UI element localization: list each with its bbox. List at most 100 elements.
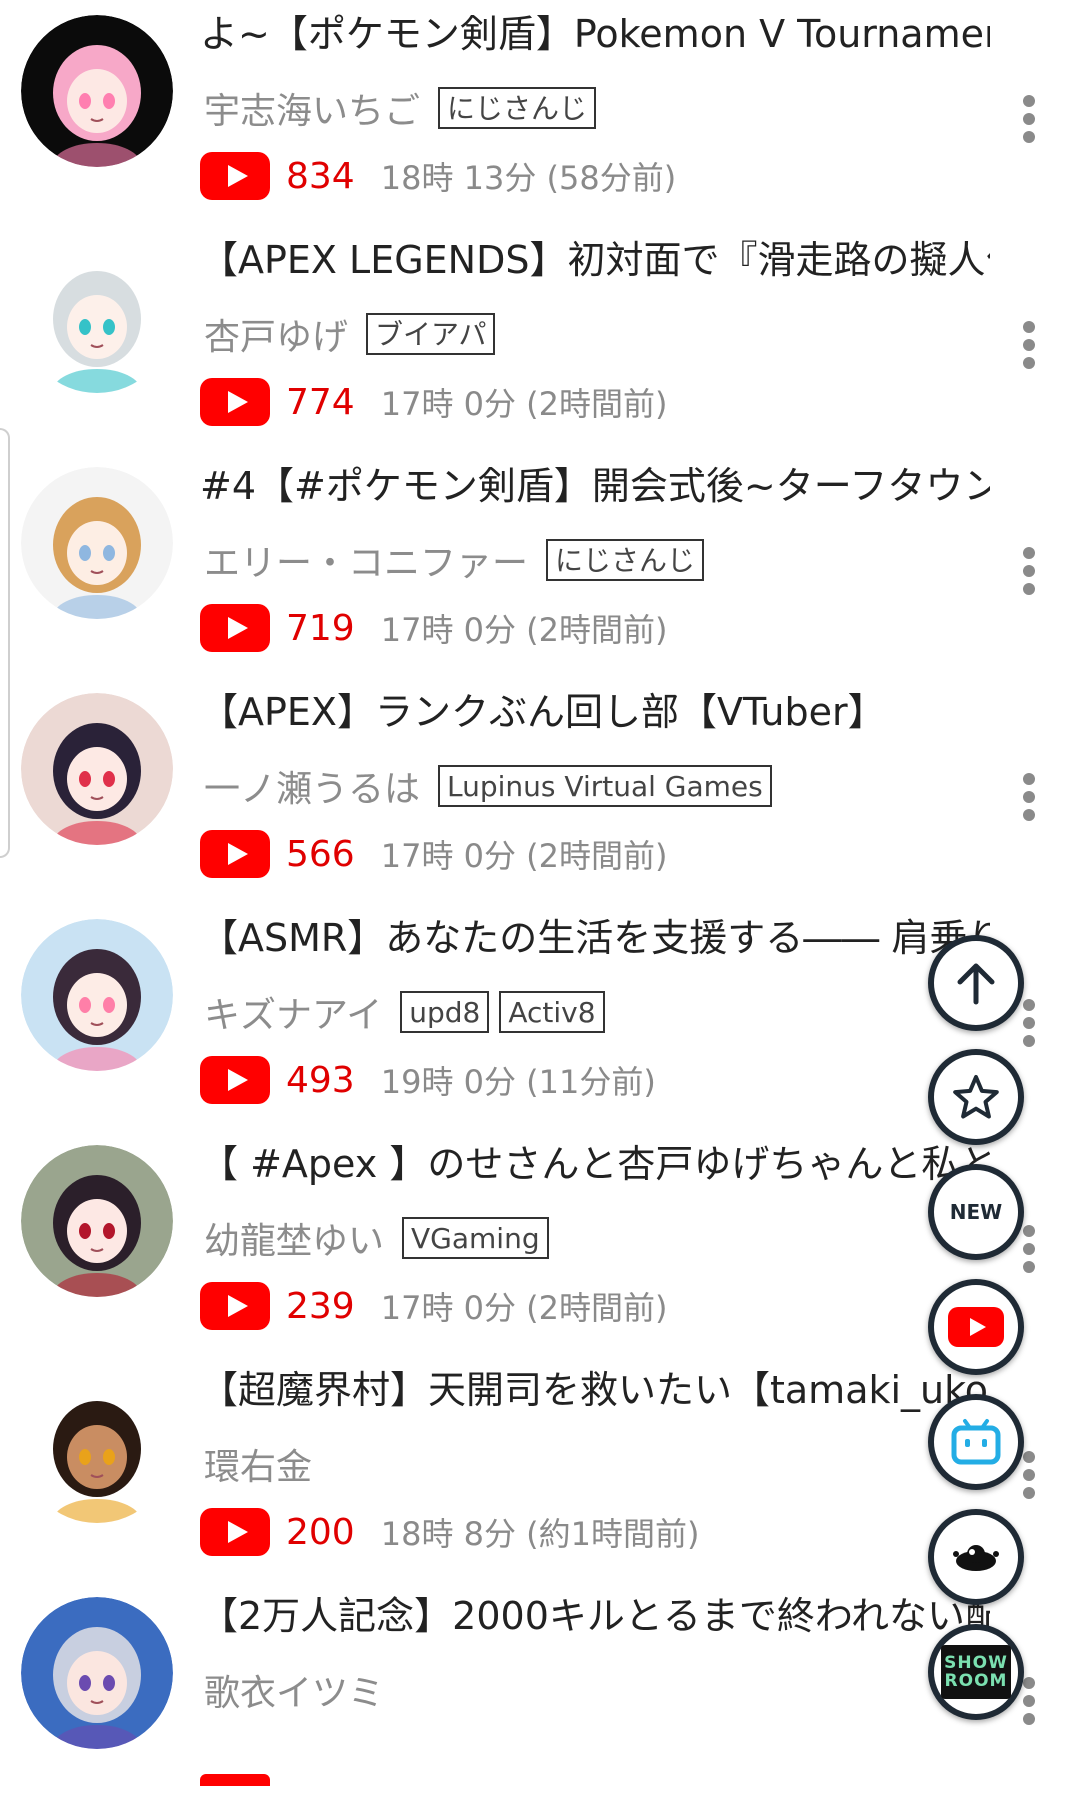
- stream-title[interactable]: 【APEX】ランクぶん回し部【VTuber】: [200, 686, 990, 738]
- youtube-icon: [200, 1282, 270, 1330]
- group-tag: Lupinus Virtual Games: [438, 765, 772, 807]
- channel-line: 歌衣イツミ: [204, 1664, 392, 1716]
- showroom-logo-line2: ROOM: [944, 1671, 1008, 1691]
- channel-line: 杏戸ゆげ ブイアパ: [204, 308, 496, 360]
- channel-avatar[interactable]: [21, 1597, 173, 1749]
- stream-title[interactable]: 【APEX LEGENDS】初対面で『滑走路の擬人化: [200, 234, 990, 286]
- avatar-illustration: [21, 1145, 173, 1297]
- viewer-count: 493: [286, 1059, 355, 1101]
- channel-name[interactable]: 一ノ瀬うるは: [204, 760, 420, 812]
- youtube-icon: [948, 1307, 1004, 1347]
- channel-name[interactable]: 歌衣イツミ: [204, 1664, 384, 1716]
- youtube-filter-button[interactable]: [928, 1279, 1024, 1375]
- group-tag: upd8: [400, 991, 490, 1033]
- channel-line: エリー・コニファー にじさんじ: [204, 534, 705, 586]
- more-options-icon[interactable]: [1022, 1225, 1036, 1273]
- stream-row[interactable]: 【2万人記念】2000キルとるまで終われない配 歌衣イツミ: [0, 1582, 1080, 1809]
- avatar-illustration: [21, 1597, 173, 1749]
- start-time: 19時 0分 (11分前): [380, 1063, 656, 1101]
- favorites-button[interactable]: [928, 1049, 1024, 1145]
- new-button[interactable]: NEW: [928, 1164, 1024, 1260]
- stream-stats: 566 17時 0分 (2時間前): [200, 826, 667, 882]
- group-tag: にじさんじ: [546, 539, 705, 581]
- stream-title[interactable]: よ~【ポケモン剣盾】Pokemon V Tournament: [200, 8, 990, 60]
- channel-avatar[interactable]: [21, 467, 173, 619]
- channel-avatar[interactable]: [21, 1371, 173, 1523]
- channel-name[interactable]: エリー・コニファー: [204, 534, 528, 586]
- stream-title[interactable]: 【2万人記念】2000キルとるまで終われない配: [200, 1590, 990, 1642]
- stream-stats: 834 18時 13分 (58分前): [200, 148, 676, 204]
- star-icon: [953, 1075, 999, 1119]
- channel-name[interactable]: 環右金: [204, 1438, 312, 1490]
- stream-stats: 200 18時 8分 (約1時間前): [200, 1504, 699, 1560]
- channel-name[interactable]: 幼龍埜ゆい: [204, 1212, 384, 1264]
- bilibili-icon: [951, 1419, 1001, 1465]
- more-options-icon[interactable]: [1022, 321, 1036, 369]
- channel-avatar[interactable]: [21, 693, 173, 845]
- stream-title[interactable]: #4【#ポケモン剣盾】開会式後~ターフタウン: [200, 460, 990, 512]
- avatar-illustration: [21, 467, 173, 619]
- start-time: 17時 0分 (2時間前): [380, 837, 668, 875]
- bilibili-filter-button[interactable]: [928, 1394, 1024, 1490]
- youtube-icon: [200, 378, 270, 426]
- showroom-logo-line1: SHOW: [944, 1653, 1008, 1673]
- more-options-icon[interactable]: [1022, 1677, 1036, 1725]
- mirrativ-filter-button[interactable]: [928, 1509, 1024, 1605]
- start-time: 18時 13分 (58分前): [380, 159, 677, 197]
- showroom-icon: SHOW ROOM: [941, 1645, 1011, 1699]
- group-tag: VGaming: [402, 1217, 549, 1259]
- channel-line: 一ノ瀬うるは Lupinus Virtual Games: [204, 760, 772, 812]
- channel-name[interactable]: 杏戸ゆげ: [204, 308, 348, 360]
- channel-avatar[interactable]: [21, 919, 173, 1071]
- stream-title[interactable]: 【ASMR】あなたの生活を支援する―― 肩乗り: [200, 912, 990, 964]
- viewer-count: 239: [286, 1285, 355, 1327]
- more-options-icon[interactable]: [1022, 773, 1036, 821]
- mirrativ-icon: [953, 1545, 999, 1571]
- channel-name[interactable]: キズナアイ: [204, 986, 382, 1038]
- scroll-top-button[interactable]: [928, 935, 1024, 1031]
- stream-row[interactable]: 【APEX】ランクぶん回し部【VTuber】 一ノ瀬うるは Lupinus Vi…: [0, 678, 1080, 904]
- youtube-icon: [200, 1774, 270, 1809]
- viewer-count: 200: [286, 1511, 355, 1553]
- youtube-icon: [200, 830, 270, 878]
- youtube-icon: [200, 1508, 270, 1556]
- channel-name[interactable]: 宇志海いちご: [204, 82, 420, 134]
- stream-title[interactable]: 【 #Apex 】のせさんと杏戸ゆげちゃんと私と渡: [200, 1138, 990, 1190]
- stream-row[interactable]: #4【#ポケモン剣盾】開会式後~ターフタウン エリー・コニファー にじさんじ 7…: [0, 452, 1080, 678]
- avatar-illustration: [21, 919, 173, 1071]
- youtube-icon: [200, 152, 270, 200]
- stream-row[interactable]: 【 #Apex 】のせさんと杏戸ゆげちゃんと私と渡 幼龍埜ゆい VGaming …: [0, 1130, 1080, 1356]
- stream-title[interactable]: 【超魔界村】天開司を救いたい【tamaki_ukon: [200, 1364, 990, 1416]
- start-time: 18時 8分 (約1時間前): [380, 1515, 700, 1553]
- stream-stats: 774 17時 0分 (2時間前): [200, 374, 667, 430]
- stream-stats: 719 17時 0分 (2時間前): [200, 600, 667, 656]
- channel-line: 幼龍埜ゆい VGaming: [204, 1212, 549, 1264]
- start-time: 17時 0分 (2時間前): [380, 611, 668, 649]
- showroom-filter-button[interactable]: SHOW ROOM: [928, 1624, 1024, 1720]
- channel-avatar[interactable]: [21, 241, 173, 393]
- avatar-illustration: [21, 15, 173, 167]
- avatar-illustration: [21, 1371, 173, 1523]
- more-options-icon[interactable]: [1022, 1451, 1036, 1499]
- group-tag: Activ8: [499, 991, 605, 1033]
- viewer-count: 566: [286, 833, 355, 875]
- channel-line: キズナアイ upd8 Activ8: [204, 986, 605, 1038]
- stream-row[interactable]: 【APEX LEGENDS】初対面で『滑走路の擬人化 杏戸ゆげ ブイアパ 774…: [0, 226, 1080, 452]
- stream-stats: [200, 1730, 286, 1809]
- more-options-icon[interactable]: [1022, 999, 1036, 1047]
- more-options-icon[interactable]: [1022, 547, 1036, 595]
- channel-line: 宇志海いちご にじさんじ: [204, 82, 597, 134]
- avatar-illustration: [21, 693, 173, 845]
- stream-row[interactable]: 【超魔界村】天開司を救いたい【tamaki_ukon 環右金 200 18時 8…: [0, 1356, 1080, 1582]
- stream-stats: 239 17時 0分 (2時間前): [200, 1278, 667, 1334]
- start-time: 17時 0分 (2時間前): [380, 385, 668, 423]
- stream-stats: 493 19時 0分 (11分前): [200, 1052, 656, 1108]
- more-options-icon[interactable]: [1022, 95, 1036, 143]
- viewer-count: 719: [286, 607, 355, 649]
- viewer-count: 834: [286, 155, 355, 197]
- stream-row[interactable]: 【ASMR】あなたの生活を支援する―― 肩乗り キズナアイ upd8 Activ8…: [0, 904, 1080, 1130]
- channel-avatar[interactable]: [21, 15, 173, 167]
- channel-line: 環右金: [204, 1438, 320, 1490]
- stream-row[interactable]: よ~【ポケモン剣盾】Pokemon V Tournament 宇志海いちご にじ…: [0, 0, 1080, 226]
- channel-avatar[interactable]: [21, 1145, 173, 1297]
